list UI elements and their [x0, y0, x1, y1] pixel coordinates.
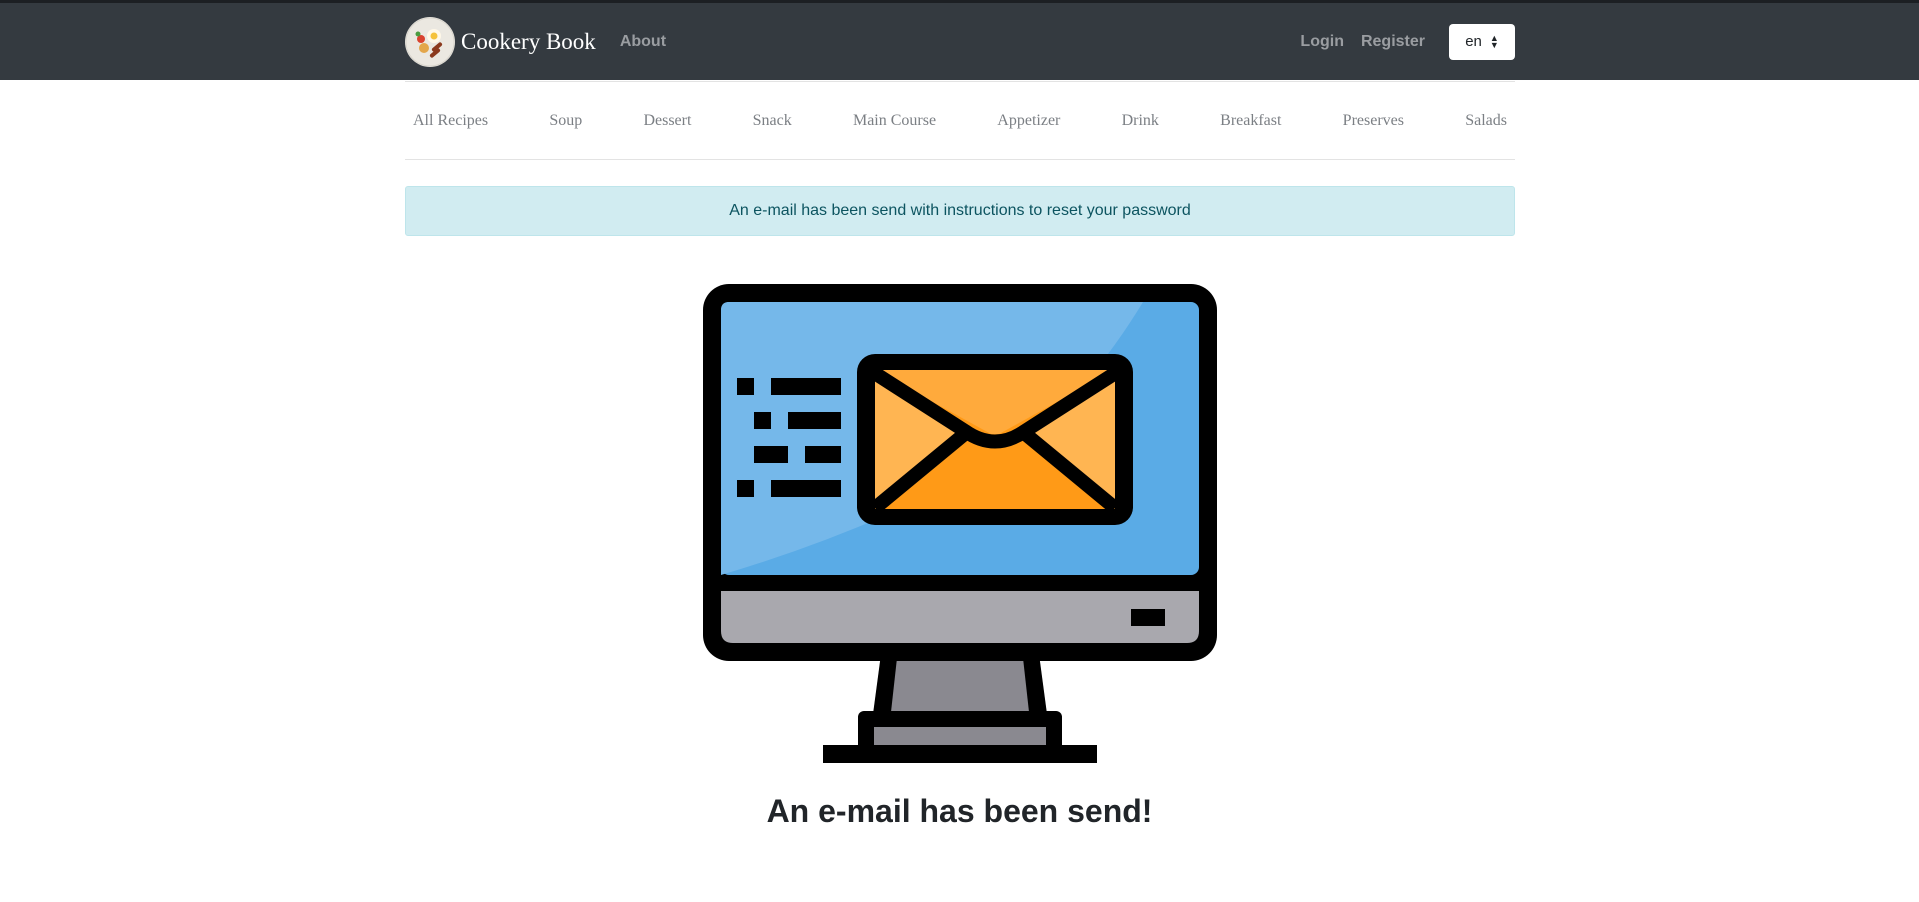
category-appetizer[interactable]: Appetizer: [997, 112, 1060, 130]
category-breakfast[interactable]: Breakfast: [1220, 112, 1281, 130]
alert-message: An e-mail has been send with instruction…: [729, 202, 1191, 219]
category-dessert[interactable]: Dessert: [643, 112, 691, 130]
page-heading: An e-mail has been send!: [766, 793, 1153, 829]
nav-about-link[interactable]: About: [620, 33, 666, 51]
monitor-envelope-icon: [703, 284, 1217, 769]
category-soup[interactable]: Soup: [549, 112, 582, 130]
nav-login-link[interactable]: Login: [1300, 33, 1344, 51]
category-salads[interactable]: Salads: [1465, 112, 1507, 130]
food-plate-icon[interactable]: [405, 16, 455, 67]
language-value: en: [1465, 33, 1482, 50]
info-alert: An e-mail has been send with instruction…: [405, 186, 1515, 236]
category-nav: All Recipes Soup Dessert Snack Main Cour…: [405, 81, 1515, 160]
category-all-recipes[interactable]: All Recipes: [413, 112, 488, 130]
category-drink[interactable]: Drink: [1122, 112, 1159, 130]
nav-register-link[interactable]: Register: [1361, 33, 1425, 51]
category-preserves[interactable]: Preserves: [1343, 112, 1404, 130]
brand-title[interactable]: Cookery Book: [461, 29, 596, 55]
category-snack[interactable]: Snack: [753, 112, 792, 130]
navbar: Cookery Book About Login Register en ▲ ▼: [0, 3, 1919, 80]
select-arrows-icon: ▲ ▼: [1489, 32, 1499, 50]
category-main-course[interactable]: Main Course: [853, 112, 936, 130]
language-select[interactable]: en ▲ ▼: [1449, 23, 1515, 60]
